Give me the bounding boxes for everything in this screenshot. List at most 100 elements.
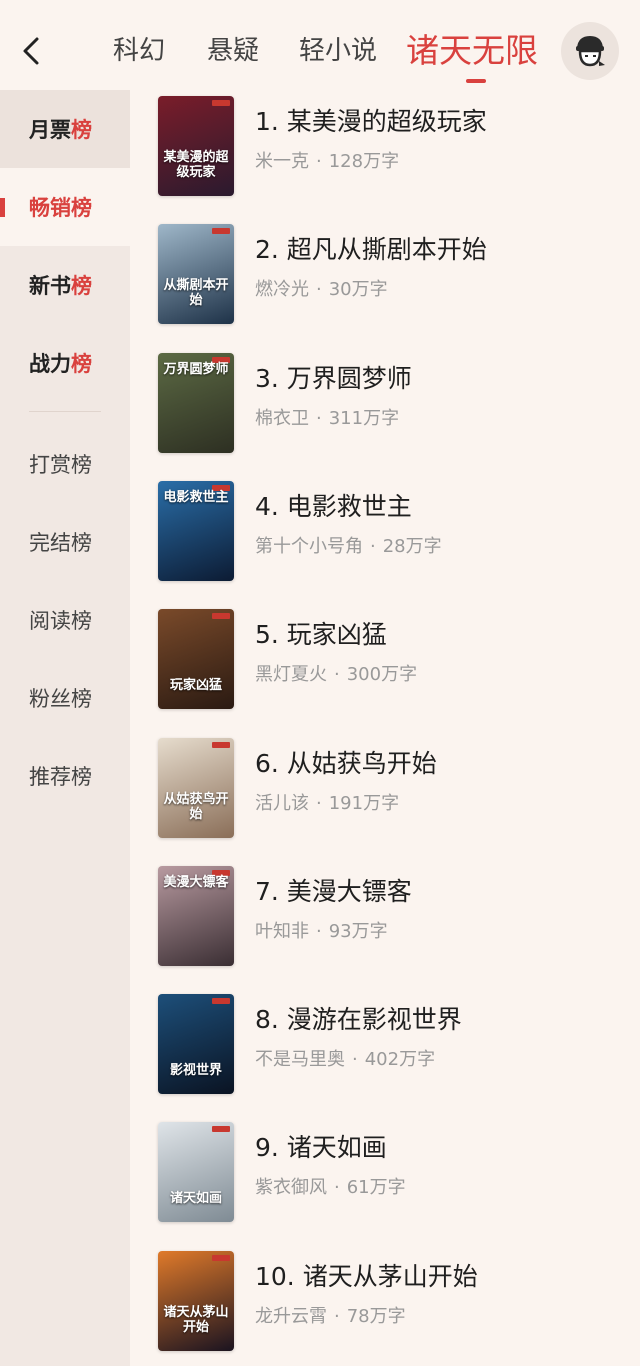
sidebar-item-completed[interactable]: 完结榜 (0, 503, 130, 581)
book-meta: 米一克 · 128万字 (255, 150, 399, 174)
category-tabs: 科幻 悬疑 轻小说 诸天无限 (0, 0, 560, 90)
book-word-count: 402万字 (364, 1049, 436, 1070)
publisher-badge-icon (212, 1255, 230, 1261)
book-meta: 第十个小号角 · 28万字 (255, 535, 442, 559)
book-meta: 燃冷光 · 30万字 (255, 278, 388, 302)
cover-title-art: 玩家凶猛 (169, 678, 222, 693)
book-list-item[interactable]: 诸天从茅山开始 10. 诸天从茅山开始龙升云霄 · 78万字 (130, 1245, 640, 1366)
meta-separator: · (316, 793, 322, 814)
book-cover[interactable]: 电影救世主 (158, 481, 234, 581)
book-cover[interactable]: 万界圆梦师 (158, 353, 234, 453)
ranking-sidebar: 月票榜 畅销榜 新书榜 战力榜 打赏榜 完结榜 阅读榜 粉丝榜 推荐榜 (0, 90, 130, 1366)
sidebar-item-bestseller[interactable]: 畅销榜 (0, 168, 130, 246)
meta-separator: · (370, 536, 376, 557)
book-list-item[interactable]: 诸天如画 9. 诸天如画 紫衣御风 · 61万字 (130, 1116, 640, 1244)
book-cover[interactable]: 影视世界 (158, 994, 234, 1094)
cover-title-art: 美漫大镖客 (163, 875, 229, 890)
book-word-count: 93万字 (328, 921, 388, 942)
book-meta: 棉衣卫 · 311万字 (255, 407, 399, 431)
book-author: 燃冷光 (255, 279, 309, 300)
book-meta: 紫衣御风 · 61万字 (255, 1176, 406, 1200)
meta-separator: · (334, 1177, 340, 1198)
sidebar-item-reading[interactable]: 阅读榜 (0, 581, 130, 659)
active-tab-indicator (466, 79, 486, 83)
sidebar-divider (29, 411, 101, 412)
publisher-badge-icon (212, 998, 230, 1004)
book-author: 龙升云霄 (255, 1306, 327, 1327)
book-ranking-list: 某美漫的超级玩家 1. 某美漫的超级玩家米一克 · 128万字从撕剧本开始 2. 超凡从… (130, 90, 640, 1366)
publisher-badge-icon (212, 1126, 230, 1132)
user-avatar-icon (576, 36, 605, 67)
cover-title-art: 诸天如画 (169, 1191, 222, 1206)
book-list-item[interactable]: 影视世界 8. 漫游在影视世界不是马里奥 · 402万字 (130, 988, 640, 1116)
book-list-item[interactable]: 万界圆梦师 3. 万界圆梦师棉衣卫 · 311万字 (130, 347, 640, 475)
book-title[interactable]: 5. 玩家凶猛 (255, 619, 387, 651)
book-title[interactable]: 6. 从姑获鸟开始 (255, 748, 437, 780)
meta-separator: · (316, 921, 322, 942)
book-meta: 不是马里奥 · 402万字 (255, 1048, 435, 1072)
book-word-count: 300万字 (346, 664, 418, 685)
book-title[interactable]: 4. 电影救世主 (255, 491, 412, 523)
book-list-item[interactable]: 从姑获鸟开始 6. 从姑获鸟开始活儿该 · 191万字 (130, 732, 640, 860)
avatar-button[interactable] (561, 22, 619, 80)
sidebar-item-new-book[interactable]: 新书榜 (0, 246, 130, 324)
book-author: 米一克 (255, 151, 309, 172)
tab-light-novel[interactable]: 轻小说 (299, 33, 377, 69)
book-word-count: 311万字 (328, 408, 400, 429)
book-meta: 黑灯夏火 · 300万字 (255, 663, 417, 687)
publisher-badge-icon (212, 228, 230, 234)
cover-title-art: 影视世界 (169, 1063, 222, 1078)
tab-zhutian-wuxian[interactable]: 诸天无限 (406, 30, 538, 72)
book-cover[interactable]: 诸天从茅山开始 (158, 1251, 234, 1351)
book-list-item[interactable]: 玩家凶猛 5. 玩家凶猛黑灯夏火 · 300万字 (130, 603, 640, 731)
book-author: 棉衣卫 (255, 408, 309, 429)
book-author: 活儿该 (255, 793, 309, 814)
book-list-item[interactable]: 美漫大镖客 7. 美漫大镖客叶知非 · 93万字 (130, 860, 640, 988)
book-list-item[interactable]: 电影救世主 4. 电影救世主第十个小号角 · 28万字 (130, 475, 640, 603)
book-cover[interactable]: 诸天如画 (158, 1122, 234, 1222)
book-author: 黑灯夏火 (255, 664, 327, 685)
selected-indicator (0, 198, 5, 217)
book-title[interactable]: 7. 美漫大镖客 (255, 876, 412, 908)
book-title[interactable]: 8. 漫游在影视世界 (255, 1004, 462, 1036)
book-cover[interactable]: 从撕剧本开始 (158, 224, 234, 324)
book-author: 不是马里奥 (255, 1049, 345, 1070)
book-cover[interactable]: 从姑获鸟开始 (158, 738, 234, 838)
cover-title-art: 诸天从茅山开始 (163, 1305, 229, 1335)
book-word-count: 128万字 (328, 151, 400, 172)
book-word-count: 30万字 (328, 279, 388, 300)
meta-separator: · (316, 408, 322, 429)
book-list-item[interactable]: 从撕剧本开始 2. 超凡从撕剧本开始燃冷光 · 30万字 (130, 218, 640, 346)
book-cover[interactable]: 玩家凶猛 (158, 609, 234, 709)
sidebar-item-recommend[interactable]: 推荐榜 (0, 737, 130, 815)
book-author: 叶知非 (255, 921, 309, 942)
sidebar-item-fans[interactable]: 粉丝榜 (0, 659, 130, 737)
book-list-item[interactable]: 某美漫的超级玩家 1. 某美漫的超级玩家米一克 · 128万字 (130, 90, 640, 218)
book-author: 第十个小号角 (255, 536, 363, 557)
book-cover[interactable]: 某美漫的超级玩家 (158, 96, 234, 196)
book-word-count: 28万字 (382, 536, 442, 557)
meta-separator: · (352, 1049, 358, 1070)
meta-separator: · (334, 664, 340, 685)
book-title[interactable]: 1. 某美漫的超级玩家 (255, 106, 487, 138)
tab-suspense[interactable]: 悬疑 (207, 33, 259, 69)
book-title[interactable]: 2. 超凡从撕剧本开始 (255, 234, 487, 266)
cover-title-art: 从撕剧本开始 (163, 278, 229, 308)
tab-scifi[interactable]: 科幻 (113, 33, 165, 69)
cover-title-art: 电影救世主 (163, 490, 229, 505)
book-title[interactable]: 3. 万界圆梦师 (255, 363, 412, 395)
top-bar: 科幻 悬疑 轻小说 诸天无限 (0, 0, 640, 90)
book-meta: 龙升云霄 · 78万字 (255, 1305, 406, 1329)
publisher-badge-icon (212, 742, 230, 748)
meta-separator: · (316, 279, 322, 300)
book-word-count: 191万字 (328, 793, 400, 814)
book-title[interactable]: 9. 诸天如画 (255, 1132, 387, 1164)
book-author: 紫衣御风 (255, 1177, 327, 1198)
sidebar-item-monthly-ticket[interactable]: 月票榜 (0, 90, 130, 168)
sidebar-item-power[interactable]: 战力榜 (0, 324, 130, 402)
sidebar-item-tip[interactable]: 打赏榜 (0, 425, 130, 503)
book-cover[interactable]: 美漫大镖客 (158, 866, 234, 966)
book-meta: 活儿该 · 191万字 (255, 792, 399, 816)
book-title[interactable]: 10. 诸天从茅山开始 (255, 1261, 478, 1293)
meta-separator: · (316, 151, 322, 172)
